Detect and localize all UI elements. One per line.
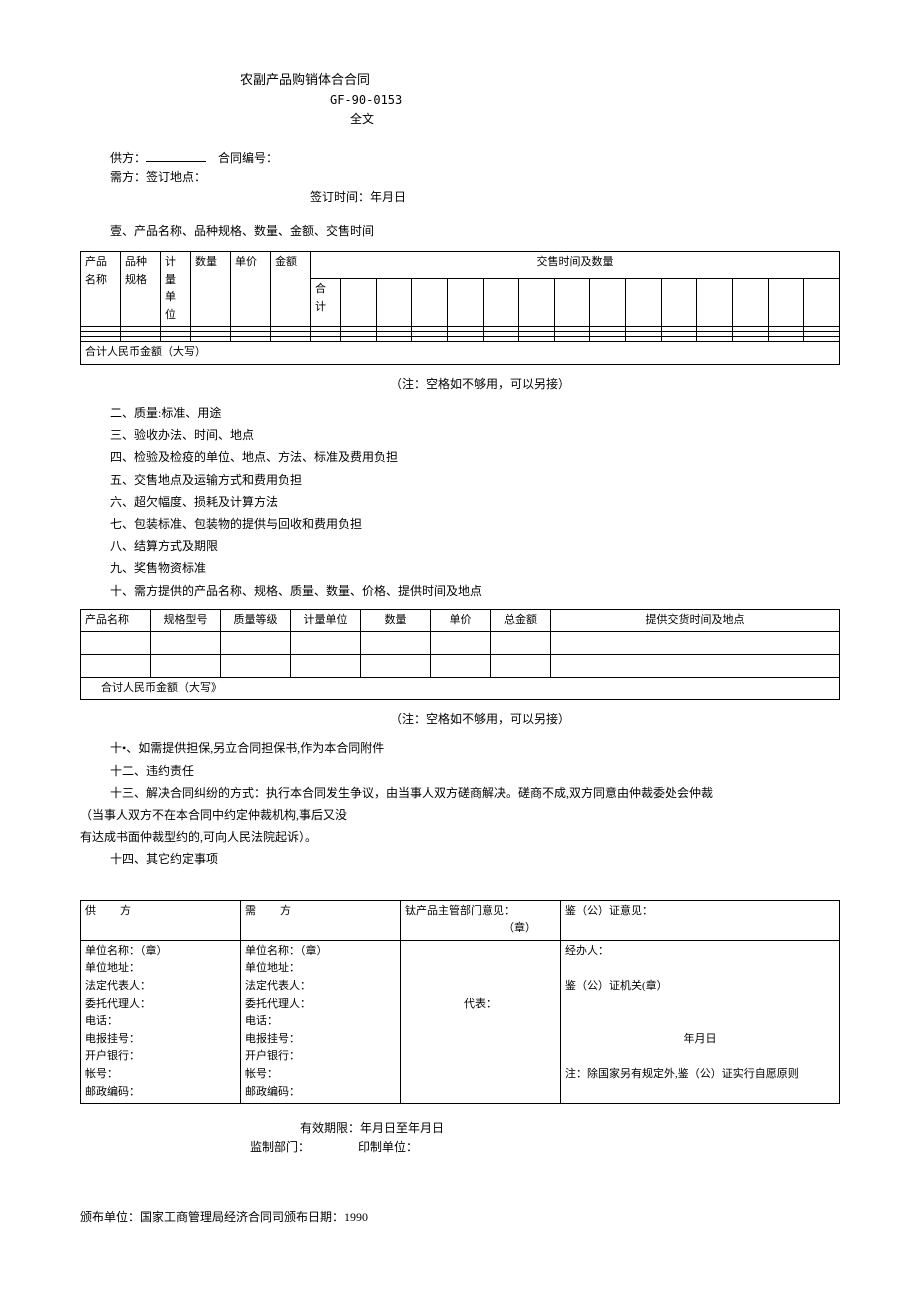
term-6: 六、超欠幅度、损耗及计算方法 (110, 493, 840, 512)
print-label: 印制单位： (358, 1140, 418, 1154)
notary-header: 鉴（公）证意见： (561, 900, 840, 940)
doc-title: 农副产品购销体合合同 (240, 70, 840, 91)
cell (447, 279, 483, 327)
term-10: 十、需方提供的产品名称、规格、质量、数量、价格、提供时间及地点 (110, 582, 840, 601)
col-total: 合计 (311, 279, 341, 327)
table-row (81, 632, 840, 655)
cell (590, 279, 626, 327)
cell (519, 279, 555, 327)
cell (341, 279, 377, 327)
col-unit: 计量单位 (161, 251, 191, 326)
term-13c: 有达成书面仲裁型约的,可向人民法院起诉）。 (80, 828, 840, 847)
buyer-header: 需方 (241, 900, 401, 940)
table-row (81, 654, 840, 677)
supervise-label: 监制部门： (250, 1140, 310, 1154)
product-table-2: 产品名称 规格型号 质量等级 计量单位 数量 单价 总金额 提供交货时间及地点 … (80, 609, 840, 700)
section1-title: 壹、产品名称、品种规格、数量、金额、交售时间 (110, 222, 840, 241)
cell (554, 279, 590, 327)
parties-block: 供方： 合同编号： 需方：签订地点： 签订时间：年月日 (80, 149, 840, 207)
buyer-line: 需方：签订地点： (110, 168, 840, 187)
term-13a: 十三、解决合同纠纷的方式：执行本合同发生争议，由当事人双方磋商解决。磋商不成,双… (110, 784, 840, 803)
publisher-line: 颁布单位：国家工商管理局经济合同司颁布日期：1990 (80, 1208, 840, 1227)
buyer-details: 单位名称：（章） 单位地址： 法定代表人： 委托代理人： 电话： 电报挂号： 开… (241, 940, 401, 1103)
dept-details: 代表： (401, 940, 561, 1103)
sig-body-row: 单位名称：（章） 单位地址： 法定代表人： 委托代理人： 电话： 电报挂号： 开… (81, 940, 840, 1103)
col-quality: 质量等级 (221, 609, 291, 632)
sign-time: 签订时间：年月日 (310, 188, 840, 207)
dept-header: 钛产品主管部门意见：（章） (401, 900, 561, 940)
total-label: 合讨人民币金额（大写》 (81, 677, 840, 700)
col-total: 总金额 (491, 609, 551, 632)
term-5: 五、交售地点及运输方式和费用负担 (110, 471, 840, 490)
col-name: 产品名称 (81, 609, 151, 632)
terms-block-3: 十四、其它约定事项 (80, 850, 840, 869)
signature-table: 供方 需方 钛产品主管部门意见：（章） 鉴（公）证意见： 单位名称：（章） 单位… (80, 900, 840, 1105)
supplier-header: 供方 (81, 900, 241, 940)
col-amount: 金额 (271, 251, 311, 326)
cell (661, 279, 697, 327)
product-table-1: 产品名称 品种规格 计量单位 数量 单价 金额 交售时间及数量 合计 合计人民币… (80, 251, 840, 365)
cell (804, 279, 840, 327)
supplier-label: 供方： (110, 151, 146, 165)
term-13b: （当事人双方不在本合同中约定仲裁机构,事后又没 (80, 806, 840, 825)
buyer-label: 需方： (110, 170, 146, 184)
cell (483, 279, 519, 327)
cell (768, 279, 804, 327)
col-spec: 品种规格 (121, 251, 161, 326)
fulltext-label: 全文 (350, 110, 840, 129)
title-block: 农副产品购销体合合同 GF-90-0153 全文 (240, 70, 840, 129)
table-total-row: 合计人民币金额（大写） (81, 342, 840, 365)
doc-code: GF-90-0153 (330, 91, 840, 110)
cell (412, 279, 448, 327)
col-unit: 计量单位 (291, 609, 361, 632)
col-product-name: 产品名称 (81, 251, 121, 326)
note-1: （注：空格如不够用，可以另接） (390, 375, 840, 394)
supplier-details: 单位名称：（章） 单位地址： 法定代表人： 委托代理人： 电话： 电报挂号： 开… (81, 940, 241, 1103)
col-price: 单价 (431, 609, 491, 632)
supervise-print: 监制部门： 印制单位： (250, 1138, 840, 1157)
note-2: （注：空格如不够用，可以另接） (390, 710, 840, 729)
cell (376, 279, 412, 327)
col-delivery: 提供交货时间及地点 (551, 609, 840, 632)
table-total-row: 合讨人民币金额（大写》 (81, 677, 840, 700)
term-11: 十•、如需提供担保,另立合同担保书,作为本合同附件 (110, 739, 840, 758)
term-2: 二、质量:标准、用途 (110, 404, 840, 423)
contract-no-label: 合同编号： (218, 151, 278, 165)
terms-continuation: （当事人双方不在本合同中约定仲裁机构,事后又没 有达成书面仲裁型约的,可向人民法… (80, 806, 840, 847)
col-qty: 数量 (191, 251, 231, 326)
terms-block-1: 二、质量:标准、用途 三、验收办法、时间、地点 四、检验及检疫的单位、地点、方法… (80, 404, 840, 601)
cell (626, 279, 662, 327)
blank-field (146, 150, 206, 162)
notary-details: 经办人： 鉴（公）证机关(章） 年月日 注：除国家另有规定外,鉴（公）证实行自愿… (561, 940, 840, 1103)
cell (733, 279, 769, 327)
total-label: 合计人民币金额（大写） (81, 342, 840, 365)
term-7: 七、包装标准、包装物的提供与回收和费用负担 (110, 515, 840, 534)
term-4: 四、检验及检疫的单位、地点、方法、标准及费用负担 (110, 448, 840, 467)
col-qty: 数量 (361, 609, 431, 632)
terms-block-2: 十•、如需提供担保,另立合同担保书,作为本合同附件 十二、违约责任 十三、解决合… (80, 739, 840, 803)
term-3: 三、验收办法、时间、地点 (110, 426, 840, 445)
col-price: 单价 (231, 251, 271, 326)
term-12: 十二、违约责任 (110, 762, 840, 781)
table-header-row: 产品名称 品种规格 计量单位 数量 单价 金额 交售时间及数量 (81, 251, 840, 278)
sign-place-label: 签订地点： (146, 170, 206, 184)
footer-block: 有效期限：年月日至年月日 监制部门： 印制单位： (80, 1119, 840, 1157)
col-delivery: 交售时间及数量 (311, 251, 840, 278)
term-8: 八、结算方式及期限 (110, 537, 840, 556)
sig-header-row: 供方 需方 钛产品主管部门意见：（章） 鉴（公）证意见： (81, 900, 840, 940)
table-header-row: 产品名称 规格型号 质量等级 计量单位 数量 单价 总金额 提供交货时间及地点 (81, 609, 840, 632)
term-14: 十四、其它约定事项 (110, 850, 840, 869)
term-9: 九、奖售物资标准 (110, 559, 840, 578)
supplier-line: 供方： 合同编号： (110, 149, 840, 168)
col-model: 规格型号 (151, 609, 221, 632)
validity-period: 有效期限：年月日至年月日 (300, 1119, 840, 1138)
cell (697, 279, 733, 327)
